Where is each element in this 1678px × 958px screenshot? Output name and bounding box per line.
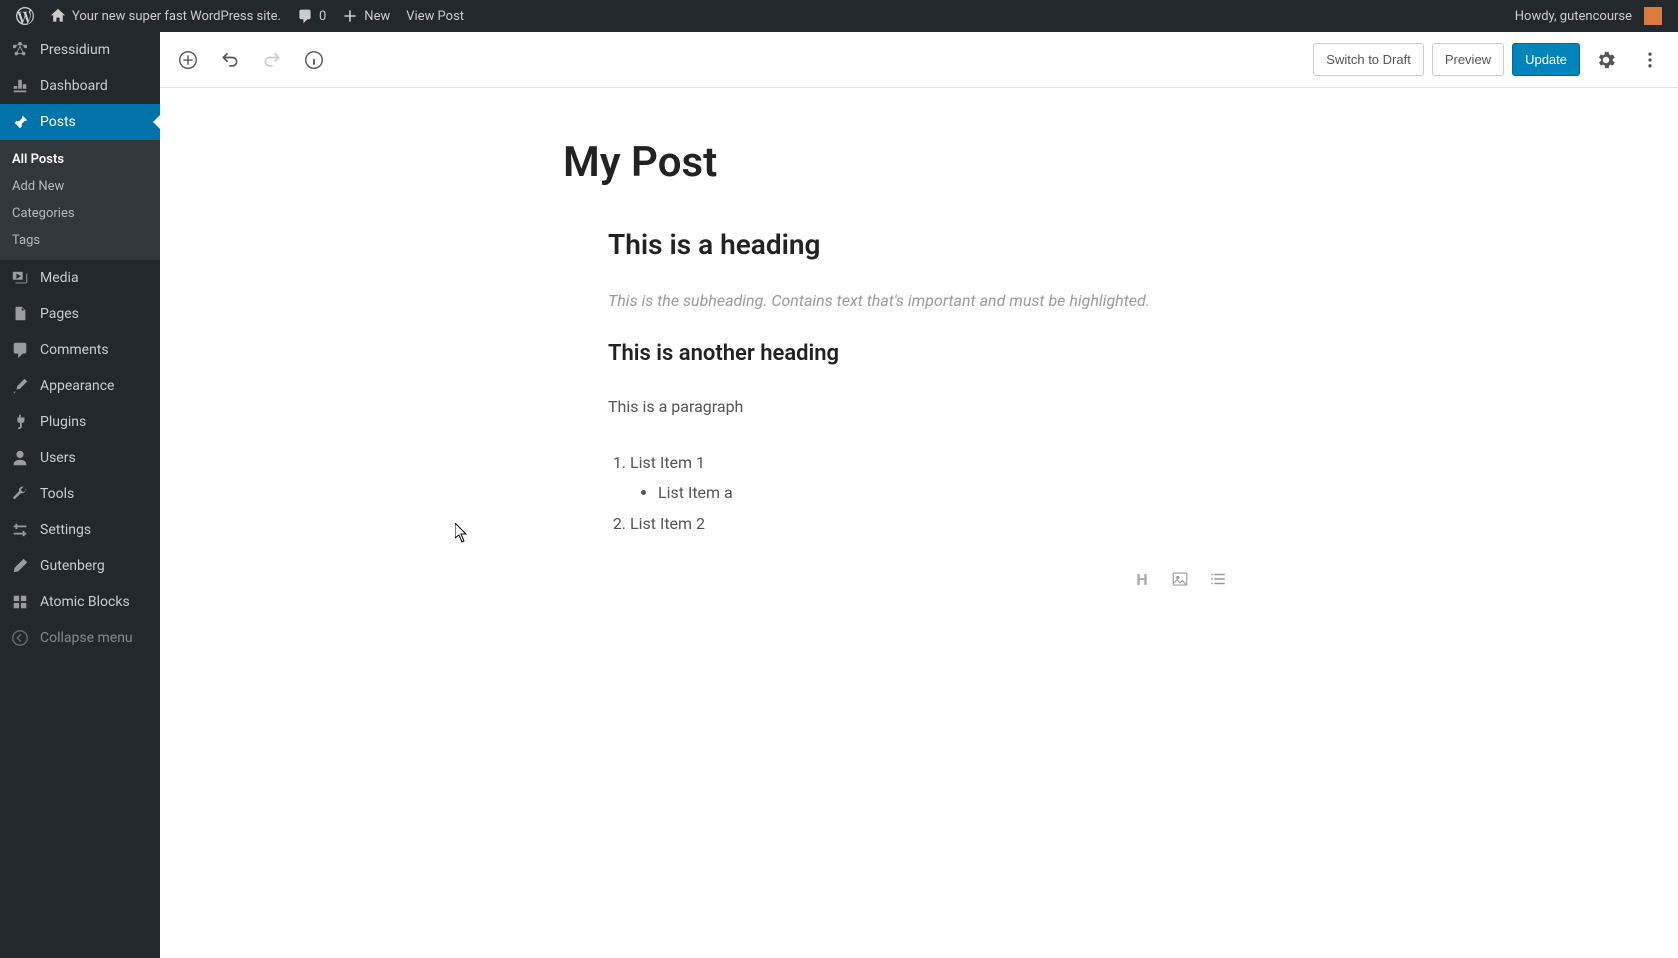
- sidebar-posts[interactable]: Posts: [0, 104, 160, 140]
- collapse-menu[interactable]: Collapse menu: [0, 620, 160, 656]
- comment-icon: [297, 8, 313, 24]
- heading-block-2[interactable]: This is another heading: [594, 341, 1244, 366]
- new-content-menu[interactable]: New: [334, 0, 398, 32]
- editor: Switch to Draft Preview Update My Post T…: [160, 32, 1678, 958]
- cursor-icon: [455, 523, 469, 543]
- sidebar-media[interactable]: Media: [0, 260, 160, 296]
- posts-submenu: All Posts Add New Categories Tags: [0, 140, 160, 260]
- admin-sidebar: Pressidium Dashboard Posts All Posts Add…: [0, 32, 160, 958]
- sidebar-tools[interactable]: Tools: [0, 476, 160, 512]
- post-title[interactable]: My Post: [549, 138, 1289, 188]
- submenu-categories[interactable]: Categories: [0, 200, 160, 227]
- sidebar-gutenberg[interactable]: Gutenberg: [0, 548, 160, 584]
- redo-button[interactable]: [254, 42, 290, 78]
- site-tagline: Your new super fast WordPress site.: [72, 9, 281, 24]
- sidebar-dashboard[interactable]: Dashboard: [0, 68, 160, 104]
- sliders-icon: [10, 520, 30, 540]
- more-menu-button[interactable]: [1632, 42, 1668, 78]
- brand-label: Pressidium: [40, 42, 110, 58]
- preview-button[interactable]: Preview: [1432, 43, 1504, 76]
- site-name-menu[interactable]: Your new super fast WordPress site.: [42, 0, 289, 32]
- network-icon: [10, 40, 30, 60]
- paragraph-block[interactable]: This is the subheading. Contains text th…: [594, 289, 1244, 313]
- brand-item[interactable]: Pressidium: [0, 32, 160, 68]
- wordpress-icon: [16, 7, 34, 25]
- image-insert-icon[interactable]: [1168, 567, 1192, 591]
- info-button[interactable]: [296, 42, 332, 78]
- update-button[interactable]: Update: [1512, 43, 1580, 76]
- switch-to-draft-button[interactable]: Switch to Draft: [1313, 43, 1424, 76]
- heading-insert-icon[interactable]: H: [1130, 567, 1154, 591]
- user-icon: [10, 448, 30, 468]
- list-item[interactable]: List Item a: [658, 478, 1230, 508]
- settings-button[interactable]: [1588, 42, 1624, 78]
- paragraph-text[interactable]: This is a paragraph: [608, 394, 1230, 420]
- comment-icon: [10, 340, 30, 360]
- dashboard-icon: [10, 76, 30, 96]
- list-block[interactable]: List Item 1 List Item a List Item 2: [594, 448, 1244, 539]
- add-block-button[interactable]: [170, 42, 206, 78]
- collapse-icon: [10, 628, 30, 648]
- avatar: [1644, 7, 1662, 25]
- home-icon: [50, 8, 66, 24]
- pin-icon: [10, 112, 30, 132]
- user-menu[interactable]: Howdy, gutencourse: [1507, 0, 1670, 32]
- block-icon: [10, 592, 30, 612]
- sidebar-comments[interactable]: Comments: [0, 332, 160, 368]
- comments-count: 0: [319, 9, 326, 24]
- editor-toolbar: Switch to Draft Preview Update: [160, 32, 1678, 88]
- sidebar-settings[interactable]: Settings: [0, 512, 160, 548]
- sidebar-pages[interactable]: Pages: [0, 296, 160, 332]
- submenu-all-posts[interactable]: All Posts: [0, 146, 160, 173]
- submenu-tags[interactable]: Tags: [0, 227, 160, 254]
- plus-icon: [342, 8, 358, 24]
- brush-icon: [10, 376, 30, 396]
- heading-2[interactable]: This is another heading: [608, 341, 1230, 366]
- sidebar-users[interactable]: Users: [0, 440, 160, 476]
- media-icon: [10, 268, 30, 288]
- subheading-text[interactable]: This is the subheading. Contains text th…: [608, 289, 1230, 313]
- editor-content[interactable]: My Post This is a heading This is the su…: [160, 88, 1678, 958]
- list-insert-icon[interactable]: [1206, 567, 1230, 591]
- list-item[interactable]: List Item 1 List Item a: [630, 448, 1230, 509]
- plug-icon: [10, 412, 30, 432]
- new-label: New: [364, 9, 390, 24]
- view-post-link[interactable]: View Post: [398, 0, 472, 32]
- heading-block[interactable]: This is a heading: [594, 228, 1244, 261]
- heading-1[interactable]: This is a heading: [608, 228, 1230, 261]
- submenu-add-new[interactable]: Add New: [0, 173, 160, 200]
- undo-button[interactable]: [212, 42, 248, 78]
- howdy-text: Howdy, gutencourse: [1515, 9, 1632, 24]
- list-item[interactable]: List Item 2: [630, 509, 1230, 539]
- sidebar-atomic-blocks[interactable]: Atomic Blocks: [0, 584, 160, 620]
- sidebar-plugins[interactable]: Plugins: [0, 404, 160, 440]
- sidebar-appearance[interactable]: Appearance: [0, 368, 160, 404]
- pencil-icon: [10, 556, 30, 576]
- quick-inserter: H: [594, 567, 1244, 591]
- wp-logo-menu[interactable]: [8, 0, 42, 32]
- admin-bar: Your new super fast WordPress site. 0 Ne…: [0, 0, 1678, 32]
- paragraph-block-2[interactable]: This is a paragraph: [594, 394, 1244, 420]
- page-icon: [10, 304, 30, 324]
- wrench-icon: [10, 484, 30, 504]
- comments-menu[interactable]: 0: [289, 0, 334, 32]
